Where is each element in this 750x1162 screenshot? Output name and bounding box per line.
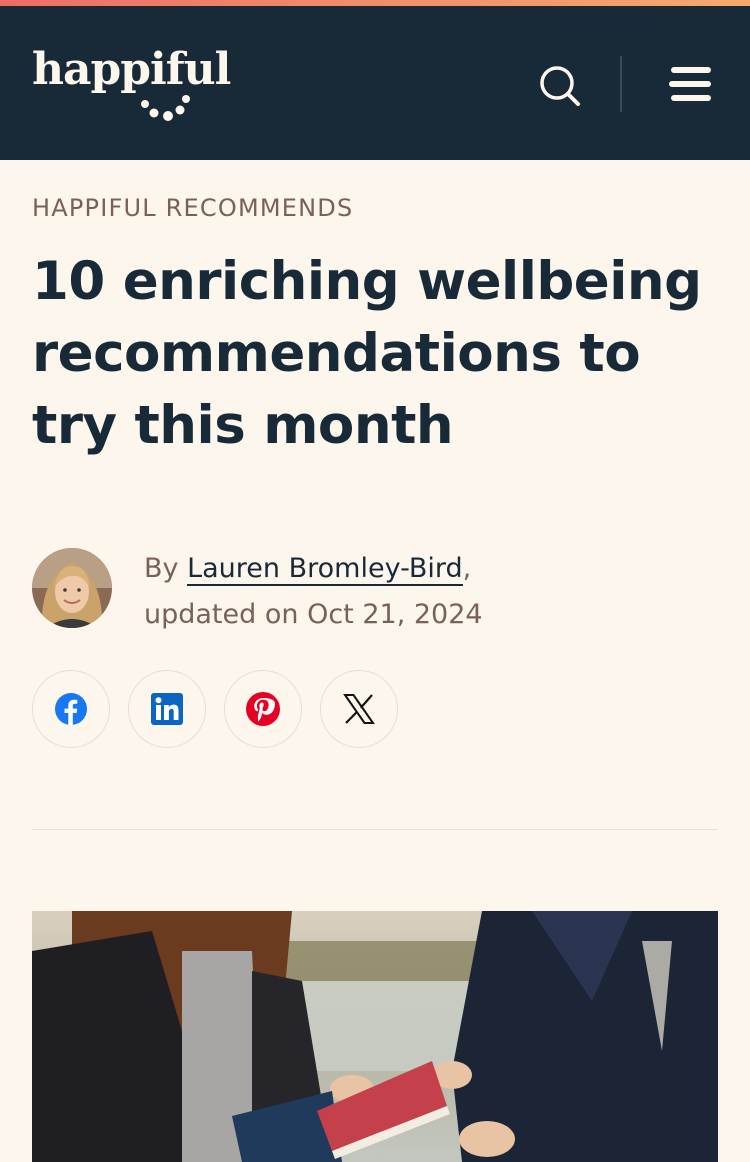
search-icon	[540, 66, 580, 106]
site-header: happiful	[0, 6, 750, 160]
menu-button[interactable]	[664, 60, 716, 112]
content-divider	[32, 829, 718, 830]
author-avatar[interactable]	[32, 548, 112, 628]
author-link[interactable]: Lauren Bromley-Bird	[187, 553, 463, 586]
hero-photo	[32, 911, 718, 1162]
search-button[interactable]	[532, 58, 588, 114]
linkedin-icon	[151, 693, 183, 725]
x-icon	[343, 694, 375, 724]
byline-prefix: By	[144, 553, 188, 584]
share-pinterest-button[interactable]	[224, 670, 302, 748]
share-x-button[interactable]	[320, 670, 398, 748]
byline-separator: ,	[462, 553, 472, 584]
share-facebook-button[interactable]	[32, 670, 110, 748]
hamburger-menu-icon	[669, 67, 711, 101]
share-linkedin-button[interactable]	[128, 670, 206, 748]
updated-date: updated on Oct 21, 2024	[144, 599, 483, 630]
author-photo	[32, 548, 112, 628]
pinterest-icon	[246, 692, 280, 726]
byline: By Lauren Bromley-Bird, updated on Oct 2…	[144, 546, 483, 638]
header-divider	[620, 56, 622, 112]
happiful-logo[interactable]: happiful	[32, 40, 232, 130]
article-title: 10 enriching wellbeing recommendations t…	[32, 251, 702, 456]
logo-dots	[141, 95, 190, 121]
category-label[interactable]: HAPPIFUL RECOMMENDS	[32, 194, 353, 222]
hero-image	[32, 911, 718, 1162]
facebook-icon	[55, 693, 87, 725]
